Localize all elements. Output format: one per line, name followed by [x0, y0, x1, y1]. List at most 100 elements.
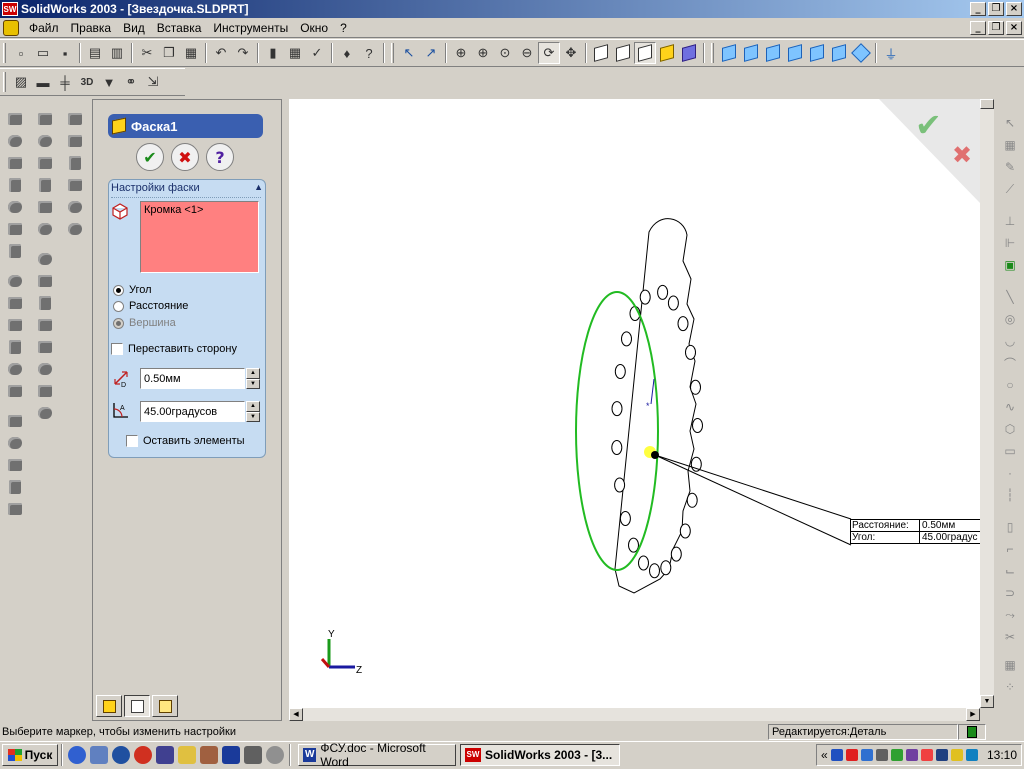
- task-solidworks[interactable]: SW SolidWorks 2003 - [3...: [460, 744, 620, 766]
- scroll-right-button[interactable]: ▶: [966, 708, 980, 721]
- option-angle-distance[interactable]: Угол: [113, 284, 152, 296]
- composite-curve-icon[interactable]: [64, 218, 86, 240]
- dome-icon[interactable]: [4, 196, 26, 218]
- radio-angle-distance[interactable]: [113, 284, 124, 296]
- select-filter-icon[interactable]: ↗: [420, 42, 442, 64]
- keep-features-checkbox-row[interactable]: Оставить элементы: [126, 435, 245, 448]
- centerline-icon[interactable]: ┆: [1000, 484, 1020, 506]
- rebuild-status-icon[interactable]: [958, 724, 986, 740]
- grid-sketch-icon[interactable]: ▦: [1000, 134, 1020, 156]
- table-pattern-icon[interactable]: [4, 476, 26, 498]
- reference-plane-icon[interactable]: [64, 108, 86, 130]
- view-isometric-icon[interactable]: [850, 42, 872, 64]
- document-icon[interactable]: [3, 19, 19, 36]
- toolbar-grip[interactable]: [391, 43, 394, 63]
- word-quicklaunch-icon[interactable]: [222, 746, 240, 764]
- restore-button[interactable]: ❐: [988, 2, 1004, 16]
- doc-minimize-button[interactable]: _: [970, 20, 986, 35]
- select-icon[interactable]: ↖: [398, 42, 420, 64]
- tool-quicklaunch-icon[interactable]: [200, 746, 218, 764]
- radio-distance-distance[interactable]: [113, 300, 124, 312]
- collapse-icon[interactable]: ▲: [254, 182, 263, 196]
- move-icon[interactable]: ⇲: [142, 71, 164, 93]
- scroll-left-button[interactable]: ◀: [289, 708, 303, 721]
- surface-offset-icon[interactable]: [34, 336, 56, 358]
- chamfer-callout[interactable]: Расстояние: 0.50мм Угол: 45.00градус: [850, 519, 982, 544]
- update-tray-icon[interactable]: [890, 749, 903, 761]
- shadows-icon[interactable]: [678, 42, 700, 64]
- options-icon[interactable]: ✓: [306, 42, 328, 64]
- convert-entities-icon[interactable]: ⤳: [1000, 604, 1020, 626]
- outlook-quicklaunch-icon[interactable]: [90, 746, 108, 764]
- vertical-scrollbar[interactable]: ▼: [980, 99, 994, 708]
- zoom-selection-icon[interactable]: ⊖: [516, 42, 538, 64]
- normal-to-icon[interactable]: ⏚: [880, 42, 902, 64]
- view-top-icon[interactable]: [806, 42, 828, 64]
- curve-pattern-icon[interactable]: [4, 498, 26, 520]
- chamfer-settings-header[interactable]: Настройки фаски ▲: [111, 182, 263, 196]
- settings-quicklaunch-icon[interactable]: [244, 746, 262, 764]
- rib-icon[interactable]: [4, 240, 26, 262]
- centerpoint-arc-icon[interactable]: ◎: [1000, 308, 1020, 330]
- network-tray-icon[interactable]: [830, 749, 843, 761]
- align-icon[interactable]: ╪: [54, 71, 76, 93]
- print-icon[interactable]: ▤: [84, 42, 106, 64]
- phone-tray-icon[interactable]: [875, 749, 888, 761]
- monitor-tray-icon[interactable]: [935, 749, 948, 761]
- loft-cut-icon[interactable]: [34, 174, 56, 196]
- utility-tray-icon[interactable]: [905, 749, 918, 761]
- view-front-icon[interactable]: [718, 42, 740, 64]
- print-preview-icon[interactable]: ▥: [106, 42, 128, 64]
- coordinate-system-icon[interactable]: [64, 152, 86, 174]
- extrude-boss-icon[interactable]: [4, 108, 26, 130]
- display-tray-icon[interactable]: [860, 749, 873, 761]
- spline-icon[interactable]: ∿: [1000, 396, 1020, 418]
- linear-pattern-icon[interactable]: [4, 410, 26, 432]
- trim-icon[interactable]: ✂: [1000, 626, 1020, 648]
- angle-input[interactable]: 45.00градусов: [140, 401, 245, 422]
- loft-icon[interactable]: [4, 174, 26, 196]
- clock[interactable]: 13:10: [987, 748, 1017, 762]
- chamfer-sketch-icon[interactable]: ⌙: [1000, 560, 1020, 582]
- surface-loft-icon[interactable]: [34, 314, 56, 336]
- rotate-view-icon[interactable]: ⟳: [538, 42, 560, 64]
- disk-quicklaunch-icon[interactable]: [266, 746, 284, 764]
- link-icon[interactable]: ⚭: [120, 71, 142, 93]
- add-relation-icon[interactable]: ⊥: [1000, 210, 1020, 232]
- fillet-icon[interactable]: [4, 270, 26, 292]
- shape-icon[interactable]: [4, 218, 26, 240]
- extrude-cut-icon[interactable]: [34, 108, 56, 130]
- toolbar-grip[interactable]: [711, 43, 714, 63]
- projected-curve-icon[interactable]: [64, 174, 86, 196]
- feature-manager-tab[interactable]: [96, 695, 122, 717]
- angle-spinner[interactable]: ▲ ▼: [246, 401, 260, 422]
- menu-insert[interactable]: Вставка: [151, 21, 208, 35]
- ok-button[interactable]: ✔: [136, 143, 164, 171]
- circular-step-icon[interactable]: ⁘: [1000, 676, 1020, 698]
- 3d-sketch-icon[interactable]: 3D: [76, 71, 98, 93]
- ie-quicklaunch-icon[interactable]: [68, 746, 86, 764]
- view-back-icon[interactable]: [740, 42, 762, 64]
- flip-side-checkbox[interactable]: [111, 343, 123, 356]
- surface-fill-icon[interactable]: [34, 358, 56, 380]
- toolbar-grip[interactable]: [3, 72, 6, 92]
- wireframe-icon[interactable]: [590, 42, 612, 64]
- pan-icon[interactable]: ✥: [560, 42, 582, 64]
- hole-icon[interactable]: [4, 358, 26, 380]
- minimize-button[interactable]: _: [970, 2, 986, 16]
- option-distance-distance[interactable]: Расстояние: [113, 300, 188, 312]
- line-icon[interactable]: ╲: [1000, 286, 1020, 308]
- keep-features-checkbox[interactable]: [126, 435, 138, 448]
- redo-icon[interactable]: ↷: [232, 42, 254, 64]
- task-word[interactable]: W ФСУ.doc - Microsoft Word: [298, 741, 456, 769]
- sweep-icon[interactable]: [4, 152, 26, 174]
- helix-icon[interactable]: [64, 196, 86, 218]
- horizontal-scrollbar[interactable]: ◀ ▶: [289, 708, 980, 721]
- surface-knit-icon[interactable]: [34, 380, 56, 402]
- display-relations-icon[interactable]: ⊩: [1000, 232, 1020, 254]
- sweep-cut-icon[interactable]: [34, 152, 56, 174]
- offset-entities-icon[interactable]: ⊃: [1000, 582, 1020, 604]
- circle-icon[interactable]: ○: [1000, 374, 1020, 396]
- mirror-feature-icon[interactable]: [4, 454, 26, 476]
- property-manager-tab[interactable]: [124, 695, 150, 717]
